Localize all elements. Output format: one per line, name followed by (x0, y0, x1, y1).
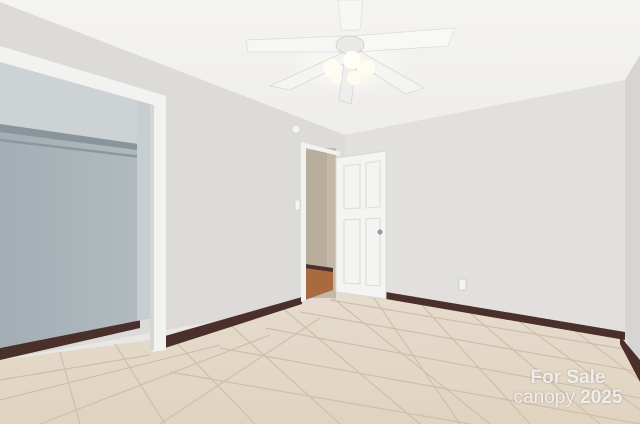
door-knob (377, 229, 383, 235)
room-illustration (0, 0, 640, 424)
hall-wall (305, 150, 327, 268)
wall-outlet (458, 278, 467, 291)
watermark-line1: For Sale (530, 367, 606, 388)
room-photo: For Sale canopy 2025 (0, 0, 640, 424)
closet-side-wall (137, 100, 152, 321)
smoke-detector (291, 124, 301, 134)
watermark-line2: canopy 2025 (508, 388, 628, 408)
watermark-year: 2025 (580, 387, 623, 408)
right-wall (625, 55, 640, 380)
closet-frame-shadow (150, 104, 154, 352)
watermark: For Sale canopy 2025 (508, 368, 628, 408)
watermark-brand: canopy (513, 387, 575, 408)
light-switch (294, 199, 301, 211)
